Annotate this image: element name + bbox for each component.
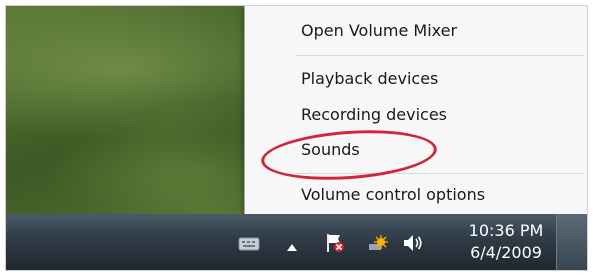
- menu-item-volume-control-options[interactable]: Volume control options: [301, 185, 485, 204]
- taskbar: 10:36 PM 6/4/2009: [6, 214, 587, 270]
- show-desktop-button[interactable]: [556, 214, 587, 270]
- menu-item-open-volume-mixer[interactable]: Open Volume Mixer: [301, 21, 457, 40]
- action-center-flag-icon[interactable]: [324, 232, 346, 254]
- taskbar-clock[interactable]: 10:36 PM 6/4/2009: [456, 220, 556, 264]
- network-icon[interactable]: [366, 232, 390, 254]
- volume-context-menu: Open Volume Mixer Playback devices Recor…: [244, 6, 587, 214]
- menu-item-playback-devices[interactable]: Playback devices: [301, 69, 438, 88]
- clock-time: 10:36 PM: [468, 221, 544, 240]
- volume-icon[interactable]: [401, 232, 425, 254]
- menu-item-recording-devices[interactable]: Recording devices: [301, 105, 447, 124]
- keyboard-icon[interactable]: [238, 236, 260, 251]
- show-hidden-icons-arrow[interactable]: [286, 238, 298, 251]
- clock-date: 6/4/2009: [470, 243, 542, 262]
- screenshot-frame: Open Volume Mixer Playback devices Recor…: [5, 5, 588, 271]
- menu-separator: [295, 55, 584, 56]
